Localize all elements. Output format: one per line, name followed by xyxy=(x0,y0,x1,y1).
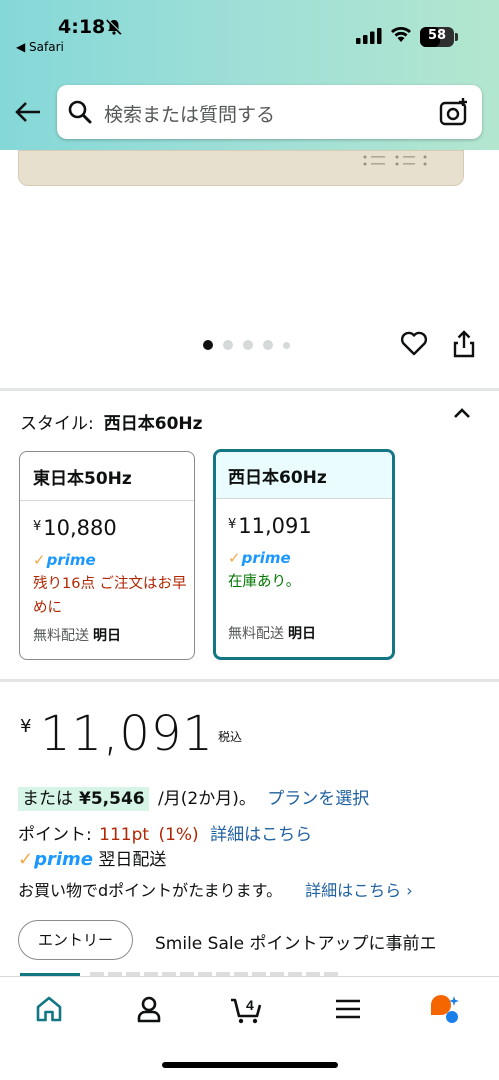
back-arrow-icon[interactable] xyxy=(14,100,42,124)
style-option-price: ¥10,880 xyxy=(33,516,117,540)
shipping-info: 無料配送 明日 xyxy=(228,626,316,642)
product-photo-appliance xyxy=(18,150,464,186)
share-icon[interactable] xyxy=(452,330,476,358)
section-divider xyxy=(0,679,499,682)
style-label-text: スタイル: xyxy=(20,414,94,434)
heart-icon[interactable] xyxy=(400,330,428,356)
points-info: ポイント: 111pt (1%) 詳細はこちら xyxy=(18,825,313,845)
home-icon[interactable] xyxy=(33,993,65,1025)
back-to-safari[interactable]: ◀ Safari xyxy=(16,40,64,54)
section-divider xyxy=(0,388,499,391)
cart-icon[interactable]: 4 xyxy=(229,993,267,1025)
style-selected-value: 西日本60Hz xyxy=(103,414,203,434)
chevron-up-icon[interactable] xyxy=(452,406,472,420)
assistant-icon[interactable] xyxy=(428,993,460,1025)
menu-icon[interactable] xyxy=(332,993,364,1025)
style-selector-label: スタイル: 西日本60Hz xyxy=(20,409,203,434)
dpoint-info: お買い物でdポイントがたまります。 詳細はこちら › xyxy=(18,881,413,900)
style-option-name: 東日本50Hz xyxy=(20,452,194,501)
price-currency: ¥ xyxy=(20,716,32,737)
wifi-icon xyxy=(391,27,411,42)
battery-indicator: 58 xyxy=(420,27,458,47)
style-option-west-60hz[interactable]: 西日本60Hz ¥11,091 ✓prime 在庫あり。 無料配送 明日 xyxy=(213,449,395,660)
search-bar[interactable]: 検索または質問する xyxy=(57,85,482,139)
prime-badge: ✓prime xyxy=(228,549,291,567)
shipping-info: 無料配送 明日 xyxy=(33,628,121,644)
carousel-dot[interactable] xyxy=(203,340,213,350)
points-details-link[interactable]: 詳細はこちら xyxy=(210,825,312,845)
carousel-dot[interactable] xyxy=(283,341,290,349)
style-option-name: 西日本60Hz xyxy=(216,452,392,499)
battery-level: 58 xyxy=(427,28,447,43)
stock-status: 在庫あり。 xyxy=(228,574,301,590)
entry-button[interactable]: エントリー xyxy=(18,920,133,960)
select-plan-link[interactable]: プランを選択 xyxy=(267,789,369,809)
installment-plan: または ¥5,546 /月(2か月)。 プランを選択 xyxy=(18,784,369,811)
carousel-dot[interactable] xyxy=(263,340,273,350)
style-option-east-50hz[interactable]: 東日本50Hz ¥10,880 ✓prime 残り16点 ご注文はお早めに 無料… xyxy=(19,451,195,660)
prime-badge: ✓prime xyxy=(33,551,96,569)
cart-count: 4 xyxy=(246,997,254,1013)
search-input[interactable]: 検索または質問する xyxy=(104,100,275,127)
stock-status: 残り16点 ご注文はお早めに xyxy=(33,576,187,616)
control-panel-graphic xyxy=(363,155,427,166)
dpoint-details-link[interactable]: 詳細はこちら › xyxy=(305,881,413,900)
search-icon xyxy=(68,100,92,124)
tax-included-label: 税込 xyxy=(218,730,243,744)
camera-search-icon[interactable] xyxy=(439,98,469,126)
home-indicator xyxy=(162,1062,338,1068)
smile-sale-text: Smile Sale ポイントアップに事前エ xyxy=(155,934,437,954)
price-amount: 11,091 xyxy=(40,706,214,762)
carousel-dot[interactable] xyxy=(243,340,253,350)
account-icon[interactable] xyxy=(133,993,165,1025)
style-option-price: ¥11,091 xyxy=(228,514,312,538)
prime-delivery: ✓prime 翌日配送 xyxy=(18,849,167,870)
bell-muted-icon xyxy=(106,19,122,35)
prime-badge: ✓prime xyxy=(18,849,93,870)
cellular-signal-icon xyxy=(356,28,382,44)
carousel-dot[interactable] xyxy=(223,340,233,350)
status-time: 4:18 xyxy=(58,16,106,38)
